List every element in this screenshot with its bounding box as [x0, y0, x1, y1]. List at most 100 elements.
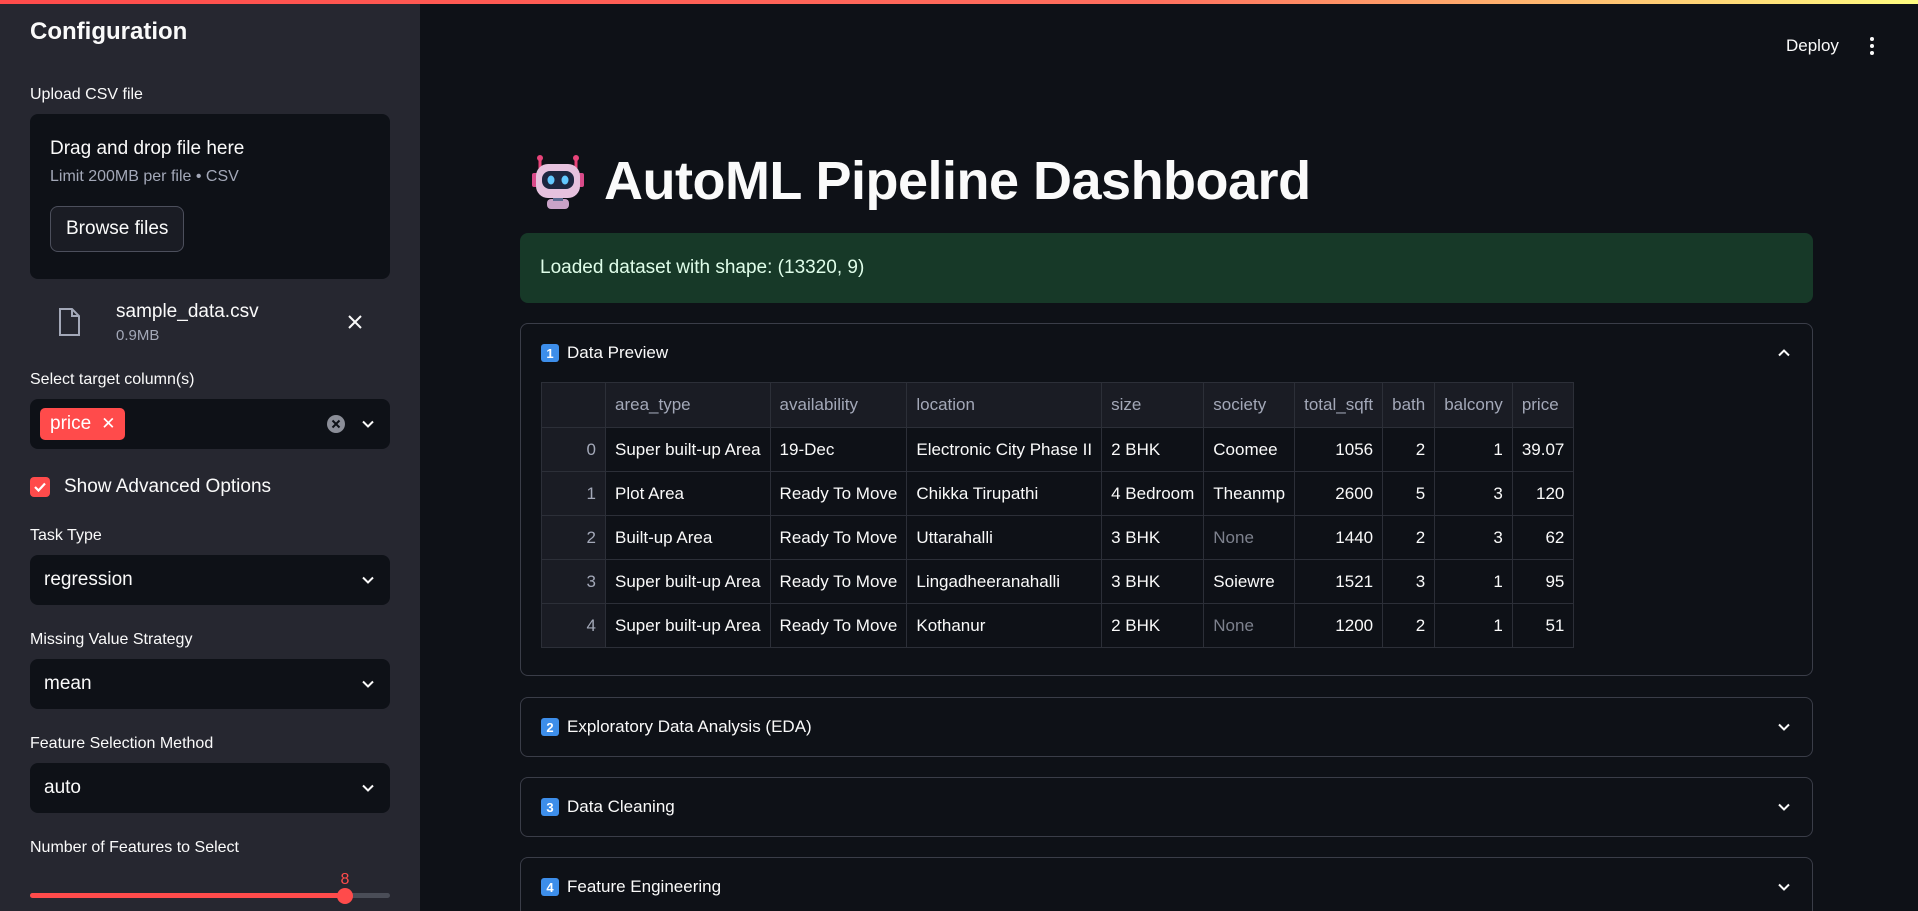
table-cell[interactable]: 1: [1434, 603, 1513, 648]
file-dropzone[interactable]: Drag and drop file here Limit 200MB per …: [30, 114, 390, 279]
column-header-index[interactable]: [541, 382, 606, 428]
table-cell[interactable]: 1440: [1294, 515, 1384, 560]
table-cell[interactable]: 1: [1434, 427, 1513, 472]
table-cell[interactable]: 2 BHK: [1101, 603, 1205, 648]
table-row[interactable]: 2 Built-up Area Ready To Move Uttarahalli 3 …: [541, 515, 1575, 560]
column-header[interactable]: balcony: [1434, 382, 1513, 428]
clear-all-icon[interactable]: [326, 414, 346, 434]
table-cell[interactable]: 62: [1512, 515, 1575, 560]
expander-data-preview: 1 Data Preview area_type availability lo…: [520, 323, 1813, 676]
table-cell[interactable]: 2600: [1294, 471, 1384, 516]
row-index-cell[interactable]: 0: [541, 427, 606, 472]
table-cell[interactable]: 1056: [1294, 427, 1384, 472]
table-cell[interactable]: 4 Bedroom: [1101, 471, 1205, 516]
number-badge-icon: 1: [541, 344, 559, 362]
advanced-options-checkbox[interactable]: Show Advanced Options: [30, 475, 390, 499]
table-row[interactable]: 4 Super built-up Area Ready To Move Kothanu…: [541, 603, 1575, 648]
number-badge-icon: 2: [541, 718, 559, 736]
data-preview-table[interactable]: area_type availability location size soc…: [541, 382, 1575, 648]
column-header[interactable]: society: [1203, 382, 1296, 428]
table-cell[interactable]: Soiewre: [1203, 559, 1296, 604]
table-cell[interactable]: None: [1203, 515, 1296, 560]
missing-strategy-select[interactable]: mean: [30, 659, 390, 709]
table-cell[interactable]: 1: [1434, 559, 1513, 604]
column-header[interactable]: size: [1101, 382, 1205, 428]
table-cell[interactable]: Ready To Move: [770, 471, 908, 516]
table-cell[interactable]: Uttarahalli: [906, 515, 1103, 560]
table-cell[interactable]: Kothanur: [906, 603, 1103, 648]
expander-header-feature-engineering[interactable]: 4 Feature Engineering: [521, 858, 1812, 911]
chevron-down-icon[interactable]: [1776, 879, 1792, 895]
table-cell[interactable]: 51: [1512, 603, 1575, 648]
table-cell[interactable]: 2: [1382, 515, 1436, 560]
table-cell[interactable]: Electronic City Phase II: [906, 427, 1103, 472]
table-cell[interactable]: Lingadheeranahalli: [906, 559, 1103, 604]
expander-header-data-cleaning[interactable]: 3 Data Cleaning: [521, 778, 1812, 836]
table-cell[interactable]: 1200: [1294, 603, 1384, 648]
expander-header-eda[interactable]: 2 Exploratory Data Analysis (EDA): [521, 698, 1812, 756]
column-header[interactable]: price: [1512, 382, 1575, 428]
expander-title: Data Preview: [567, 343, 669, 362]
row-index-cell[interactable]: 3: [541, 559, 606, 604]
tag-remove-icon[interactable]: ✕: [101, 414, 115, 434]
table-cell[interactable]: Plot Area: [605, 471, 771, 516]
table-cell[interactable]: 3: [1434, 515, 1513, 560]
table-cell[interactable]: 3 BHK: [1101, 515, 1205, 560]
table-cell[interactable]: Super built-up Area: [605, 427, 771, 472]
column-header[interactable]: total_sqft: [1294, 382, 1384, 428]
table-cell[interactable]: 39.07: [1512, 427, 1575, 472]
column-header[interactable]: bath: [1382, 382, 1436, 428]
table-cell[interactable]: Ready To Move: [770, 559, 908, 604]
checkbox-checked-icon[interactable]: [30, 477, 50, 497]
expander-header-data-preview[interactable]: 1 Data Preview: [521, 324, 1812, 382]
main-menu-icon[interactable]: [1868, 36, 1876, 56]
table-cell[interactable]: Chikka Tirupathi: [906, 471, 1103, 516]
row-index-cell[interactable]: 1: [541, 471, 606, 516]
slider-thumb[interactable]: [337, 888, 353, 904]
deploy-button[interactable]: Deploy: [1786, 36, 1839, 56]
table-row[interactable]: 3 Super built-up Area Ready To Move Lingadh…: [541, 559, 1575, 604]
table-cell[interactable]: 2: [1382, 603, 1436, 648]
chevron-down-icon[interactable]: [1776, 799, 1792, 815]
table-cell[interactable]: Theanmp: [1203, 471, 1296, 516]
num-features-slider[interactable]: 8: [30, 871, 390, 904]
table-row[interactable]: 1 Plot Area Ready To Move Chikka Tirupathi 4…: [541, 471, 1575, 516]
chevron-up-icon[interactable]: [1776, 345, 1792, 361]
table-cell[interactable]: Built-up Area: [605, 515, 771, 560]
table-cell[interactable]: 2: [1382, 427, 1436, 472]
table-cell[interactable]: 3: [1434, 471, 1513, 516]
browse-files-button[interactable]: Browse files: [50, 206, 185, 252]
table-cell[interactable]: 19-Dec: [770, 427, 908, 472]
table-cell[interactable]: 95: [1512, 559, 1575, 604]
task-type-select[interactable]: regression: [30, 555, 390, 605]
chevron-down-icon: [362, 784, 374, 792]
dropzone-limit: Limit 200MB per file • CSV: [50, 168, 239, 185]
target-column-multiselect[interactable]: price ✕: [30, 399, 390, 449]
table-cell[interactable]: Super built-up Area: [605, 603, 771, 648]
table-cell[interactable]: 5: [1382, 471, 1436, 516]
table-cell[interactable]: Super built-up Area: [605, 559, 771, 604]
table-row[interactable]: 0 Super built-up Area 19-Dec Electronic Cit…: [541, 427, 1575, 472]
table-cell[interactable]: 3: [1382, 559, 1436, 604]
column-header[interactable]: location: [906, 382, 1103, 428]
column-header[interactable]: availability: [770, 382, 908, 428]
expander-data-cleaning: 3 Data Cleaning: [520, 777, 1813, 837]
table-cell[interactable]: None: [1203, 603, 1296, 648]
table-cell[interactable]: Coomee: [1203, 427, 1296, 472]
file-name: sample_data.csv: [116, 300, 259, 322]
column-header[interactable]: area_type: [605, 382, 771, 428]
success-alert: Loaded dataset with shape: (13320, 9): [520, 233, 1813, 303]
file-icon: [59, 308, 80, 336]
table-cell[interactable]: Ready To Move: [770, 515, 908, 560]
table-cell[interactable]: 2 BHK: [1101, 427, 1205, 472]
table-cell[interactable]: 1521: [1294, 559, 1384, 604]
chevron-down-icon[interactable]: [1776, 719, 1792, 735]
feature-selection-select[interactable]: auto: [30, 763, 390, 813]
remove-file-button[interactable]: [340, 307, 370, 337]
table-cell[interactable]: 3 BHK: [1101, 559, 1205, 604]
target-tag-label: price: [50, 413, 92, 434]
row-index-cell[interactable]: 4: [541, 603, 606, 648]
table-cell[interactable]: 120: [1512, 471, 1575, 516]
table-cell[interactable]: Ready To Move: [770, 603, 908, 648]
row-index-cell[interactable]: 2: [541, 515, 606, 560]
